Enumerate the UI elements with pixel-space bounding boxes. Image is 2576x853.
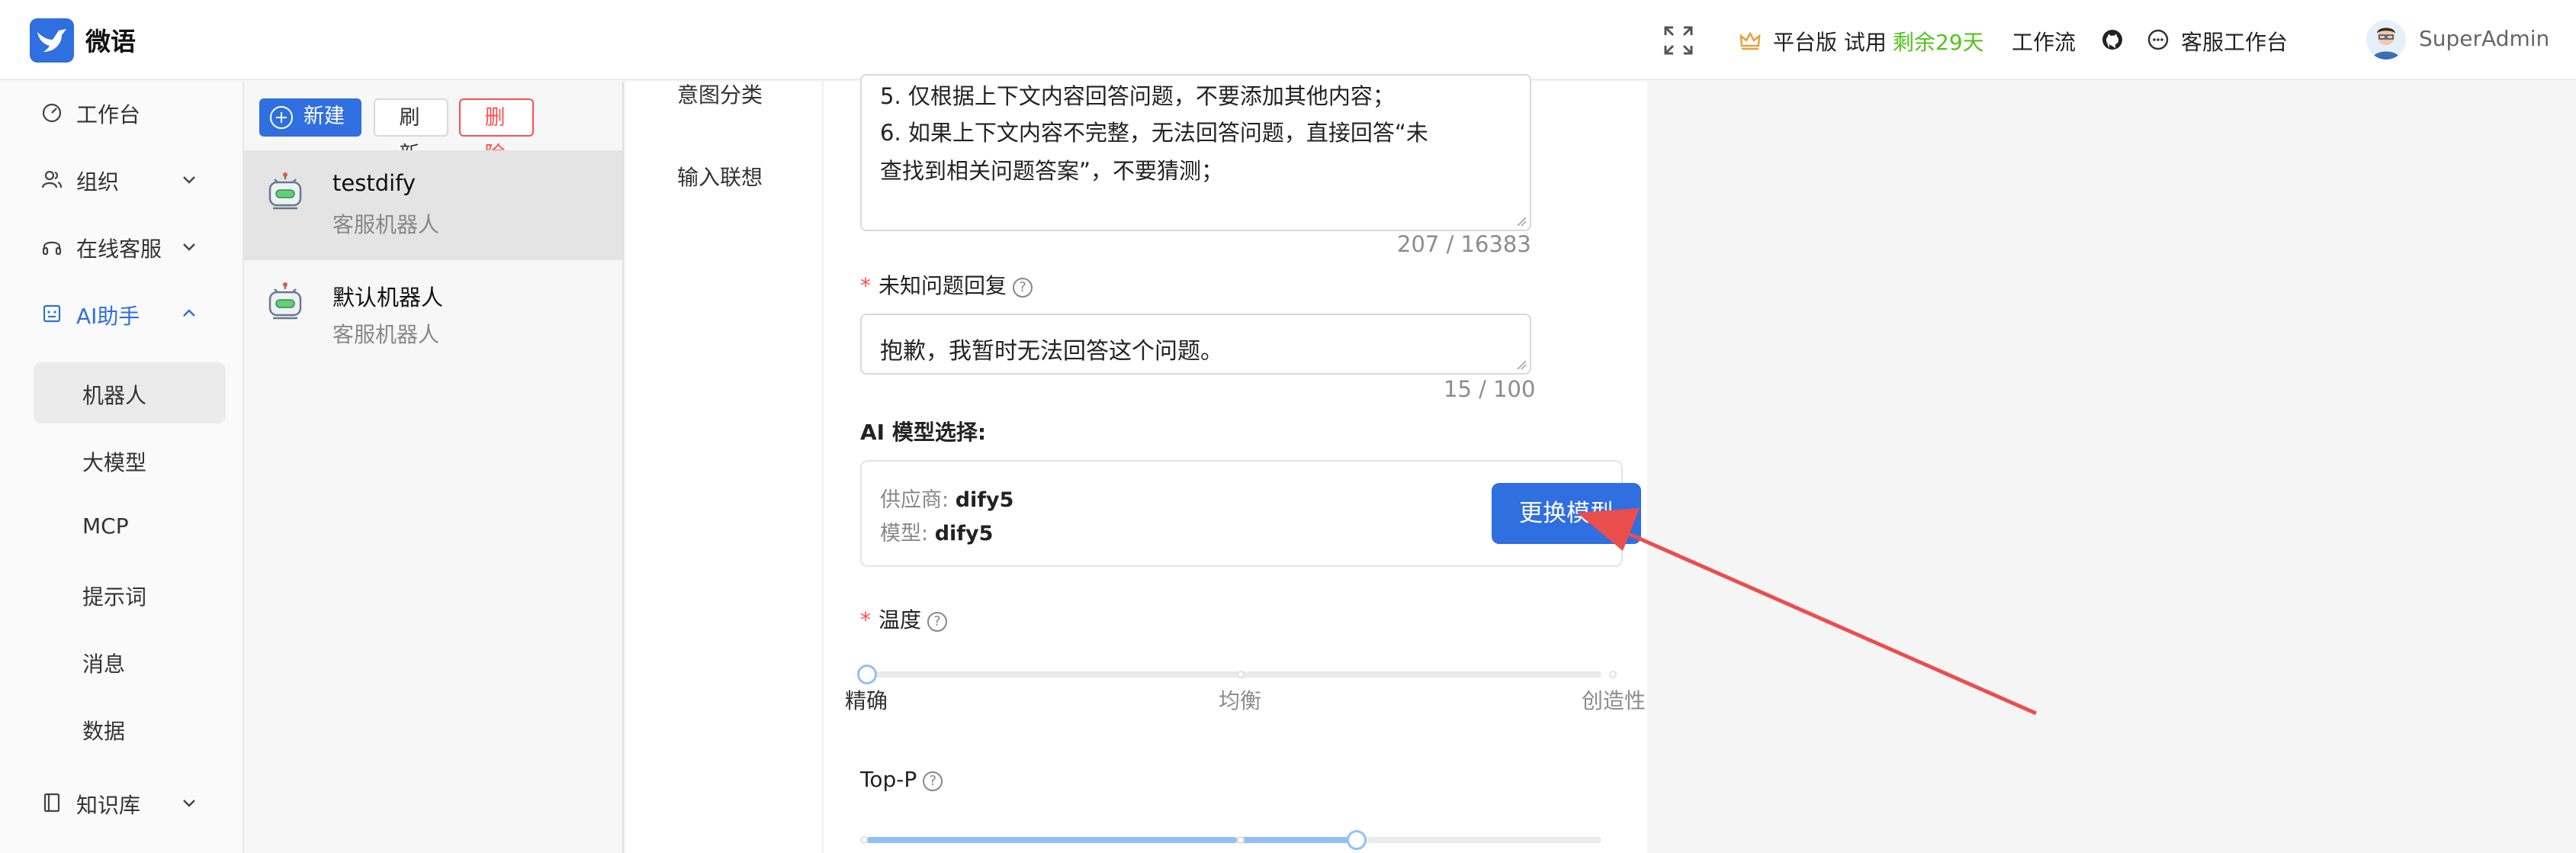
annotation-arrow [1577,508,2038,716]
